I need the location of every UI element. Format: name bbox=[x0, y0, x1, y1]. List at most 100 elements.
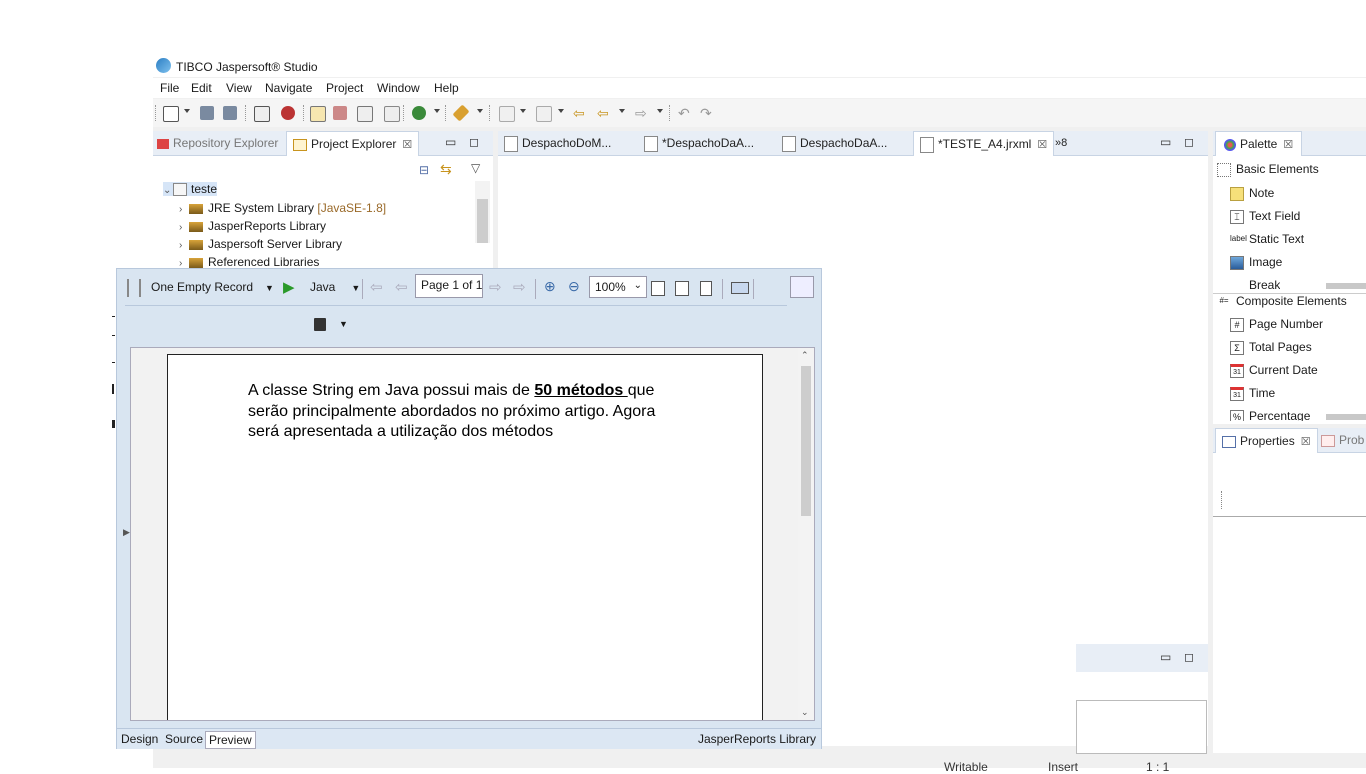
editor-tab[interactable]: *DespachoDaA... bbox=[644, 131, 754, 155]
new-dropdown-icon[interactable] bbox=[184, 109, 190, 113]
tab-source[interactable]: Source bbox=[162, 731, 206, 747]
palette-item-percentage[interactable]: % Percentage bbox=[1230, 409, 1310, 421]
back-dropdown-icon[interactable] bbox=[619, 109, 625, 113]
compile-icon[interactable] bbox=[254, 106, 270, 122]
fit-page-icon[interactable] bbox=[651, 281, 665, 296]
zoom-select[interactable]: 100% ⌄ bbox=[589, 276, 647, 298]
minimize-icon[interactable]: ▭ bbox=[445, 135, 456, 149]
report-scroll-thumb[interactable] bbox=[801, 366, 811, 516]
zoom-in-icon[interactable]: ⊕ bbox=[544, 278, 556, 295]
maximize-icon[interactable]: ◻ bbox=[469, 135, 479, 149]
palette-item-page-number[interactable]: # Page Number bbox=[1230, 317, 1323, 332]
prev-page-icon[interactable]: ⇦ bbox=[395, 278, 408, 296]
run-report-icon[interactable]: ▶ bbox=[283, 278, 295, 296]
palette-category-basic[interactable]: Basic Elements bbox=[1217, 162, 1319, 177]
new-icon[interactable] bbox=[163, 106, 179, 122]
forward-icon[interactable]: ⇨ bbox=[635, 106, 649, 120]
tree-item[interactable]: › JRE System Library [JavaSE-1.8] bbox=[179, 201, 386, 215]
scroll-up-icon[interactable]: ⌃ bbox=[801, 350, 809, 361]
next-page-icon[interactable]: ⇨ bbox=[489, 278, 502, 296]
language-select[interactable]: Java ▼ bbox=[310, 280, 360, 294]
last-page-icon[interactable]: ⇨ bbox=[513, 278, 526, 296]
tab-problems[interactable]: Prob bbox=[1321, 428, 1364, 452]
editor-tab[interactable]: DespachoDaA... bbox=[782, 131, 887, 155]
save-icon[interactable] bbox=[200, 106, 214, 120]
close-icon[interactable]: ☒ bbox=[1283, 133, 1293, 157]
palette-category-composite[interactable]: #= Composite Elements bbox=[1217, 294, 1346, 309]
palette-item-note[interactable]: Note bbox=[1230, 186, 1274, 201]
tab-preview[interactable]: Preview bbox=[205, 731, 256, 749]
menu-file[interactable]: File bbox=[160, 81, 179, 95]
menu-help[interactable]: Help bbox=[434, 81, 459, 95]
save-all-icon[interactable] bbox=[223, 106, 237, 120]
save-icon[interactable] bbox=[314, 318, 326, 331]
minimize-icon[interactable]: ▭ bbox=[1160, 135, 1171, 149]
close-icon[interactable]: ☒ bbox=[1037, 133, 1047, 157]
close-icon[interactable]: ☒ bbox=[1301, 430, 1311, 454]
new-report-icon[interactable] bbox=[310, 106, 326, 122]
edit-report-icon[interactable] bbox=[357, 106, 373, 122]
tab-palette[interactable]: Palette ☒ bbox=[1215, 131, 1303, 157]
save-dropdown-icon[interactable]: ▼ bbox=[339, 319, 348, 329]
menu-project[interactable]: Project bbox=[326, 81, 363, 95]
debug-icon[interactable] bbox=[281, 106, 295, 120]
fit-width-icon[interactable] bbox=[675, 281, 689, 296]
maximize-icon[interactable]: ◻ bbox=[1184, 650, 1194, 664]
scroll-down-icon[interactable]: ⌄ bbox=[801, 707, 809, 718]
chevron-right-icon[interactable]: › bbox=[179, 240, 189, 251]
palette-scrollbar[interactable] bbox=[1326, 414, 1366, 420]
menu-view[interactable]: View bbox=[226, 81, 252, 95]
link-editor-icon[interactable]: ⇆ bbox=[440, 161, 452, 178]
tab-properties[interactable]: Properties ☒ bbox=[1215, 428, 1318, 453]
tree-item[interactable]: › Jaspersoft Server Library bbox=[179, 237, 342, 251]
actual-size-icon[interactable] bbox=[700, 281, 712, 296]
tree-scrollbar[interactable] bbox=[475, 181, 490, 243]
tree-scroll-thumb[interactable] bbox=[477, 199, 488, 243]
undo-icon[interactable]: ↶ bbox=[678, 106, 692, 120]
menu-window[interactable]: Window bbox=[377, 81, 420, 95]
menu-edit[interactable]: Edit bbox=[191, 81, 212, 95]
maximize-icon[interactable]: ◻ bbox=[1184, 135, 1194, 149]
tab-repository-explorer[interactable]: Repository Explorer bbox=[157, 131, 278, 155]
data-adapter-icon[interactable] bbox=[333, 106, 347, 120]
export-icon[interactable] bbox=[731, 282, 749, 294]
palette-item-static-text[interactable]: label Static Text bbox=[1230, 232, 1304, 247]
tree-item[interactable]: › JasperReports Library bbox=[179, 219, 326, 233]
publish-icon[interactable] bbox=[452, 104, 470, 122]
prev-annotation-icon[interactable] bbox=[536, 106, 552, 122]
close-icon[interactable]: ☒ bbox=[402, 133, 412, 157]
editor-overflow-button[interactable]: »8 bbox=[1055, 131, 1067, 155]
datasource-select[interactable]: One Empty Record ▼ bbox=[151, 280, 274, 294]
tab-project-explorer[interactable]: Project Explorer ☒ bbox=[286, 131, 420, 157]
annotation-dropdown-icon[interactable] bbox=[520, 109, 526, 113]
tab-design[interactable]: Design bbox=[118, 731, 161, 747]
palette-item-current-date[interactable]: 31 Current Date bbox=[1230, 363, 1318, 378]
publish-dropdown-icon[interactable] bbox=[477, 109, 483, 113]
palette-item-time[interactable]: 31 Time bbox=[1230, 386, 1275, 401]
prev-annotation-dropdown-icon[interactable] bbox=[558, 109, 564, 113]
last-edit-icon[interactable]: ⇦ bbox=[573, 106, 587, 120]
report-vertical-scrollbar[interactable]: ⌃ ⌄ bbox=[798, 348, 814, 720]
palette-item-break[interactable]: Break bbox=[1230, 278, 1280, 290]
menu-navigate[interactable]: Navigate bbox=[265, 81, 312, 95]
toggle-panel-icon[interactable] bbox=[790, 276, 814, 298]
redo-icon[interactable]: ↷ bbox=[700, 106, 714, 120]
drag-handle-icon[interactable] bbox=[127, 279, 141, 297]
palette-item-text-field[interactable]: ⌶ Text Field bbox=[1230, 209, 1300, 224]
palette-item-total-pages[interactable]: Σ Total Pages bbox=[1230, 340, 1312, 355]
properties-splitter[interactable] bbox=[1221, 491, 1223, 509]
first-page-icon[interactable]: ⇦ bbox=[370, 278, 383, 296]
chevron-right-icon[interactable]: › bbox=[179, 204, 189, 215]
tree-item[interactable]: › Referenced Libraries bbox=[179, 255, 319, 269]
zoom-out-icon[interactable]: ⊖ bbox=[568, 278, 580, 295]
expand-panel-icon[interactable]: ▶ bbox=[123, 527, 130, 538]
chevron-down-icon[interactable]: ⌄ bbox=[163, 185, 173, 196]
view-menu-icon[interactable]: ▽ bbox=[471, 161, 480, 175]
collapse-all-icon[interactable]: ⊟ bbox=[419, 163, 429, 177]
editor-tab[interactable]: DespachoDoM... bbox=[504, 131, 611, 155]
next-annotation-icon[interactable] bbox=[499, 106, 515, 122]
minimize-icon[interactable]: ▭ bbox=[1160, 650, 1171, 664]
editor-tab-active[interactable]: *TESTE_A4.jrxml ☒ bbox=[913, 131, 1055, 157]
tree-root[interactable]: ⌄ teste bbox=[163, 182, 218, 197]
properties-icon[interactable] bbox=[384, 106, 400, 122]
